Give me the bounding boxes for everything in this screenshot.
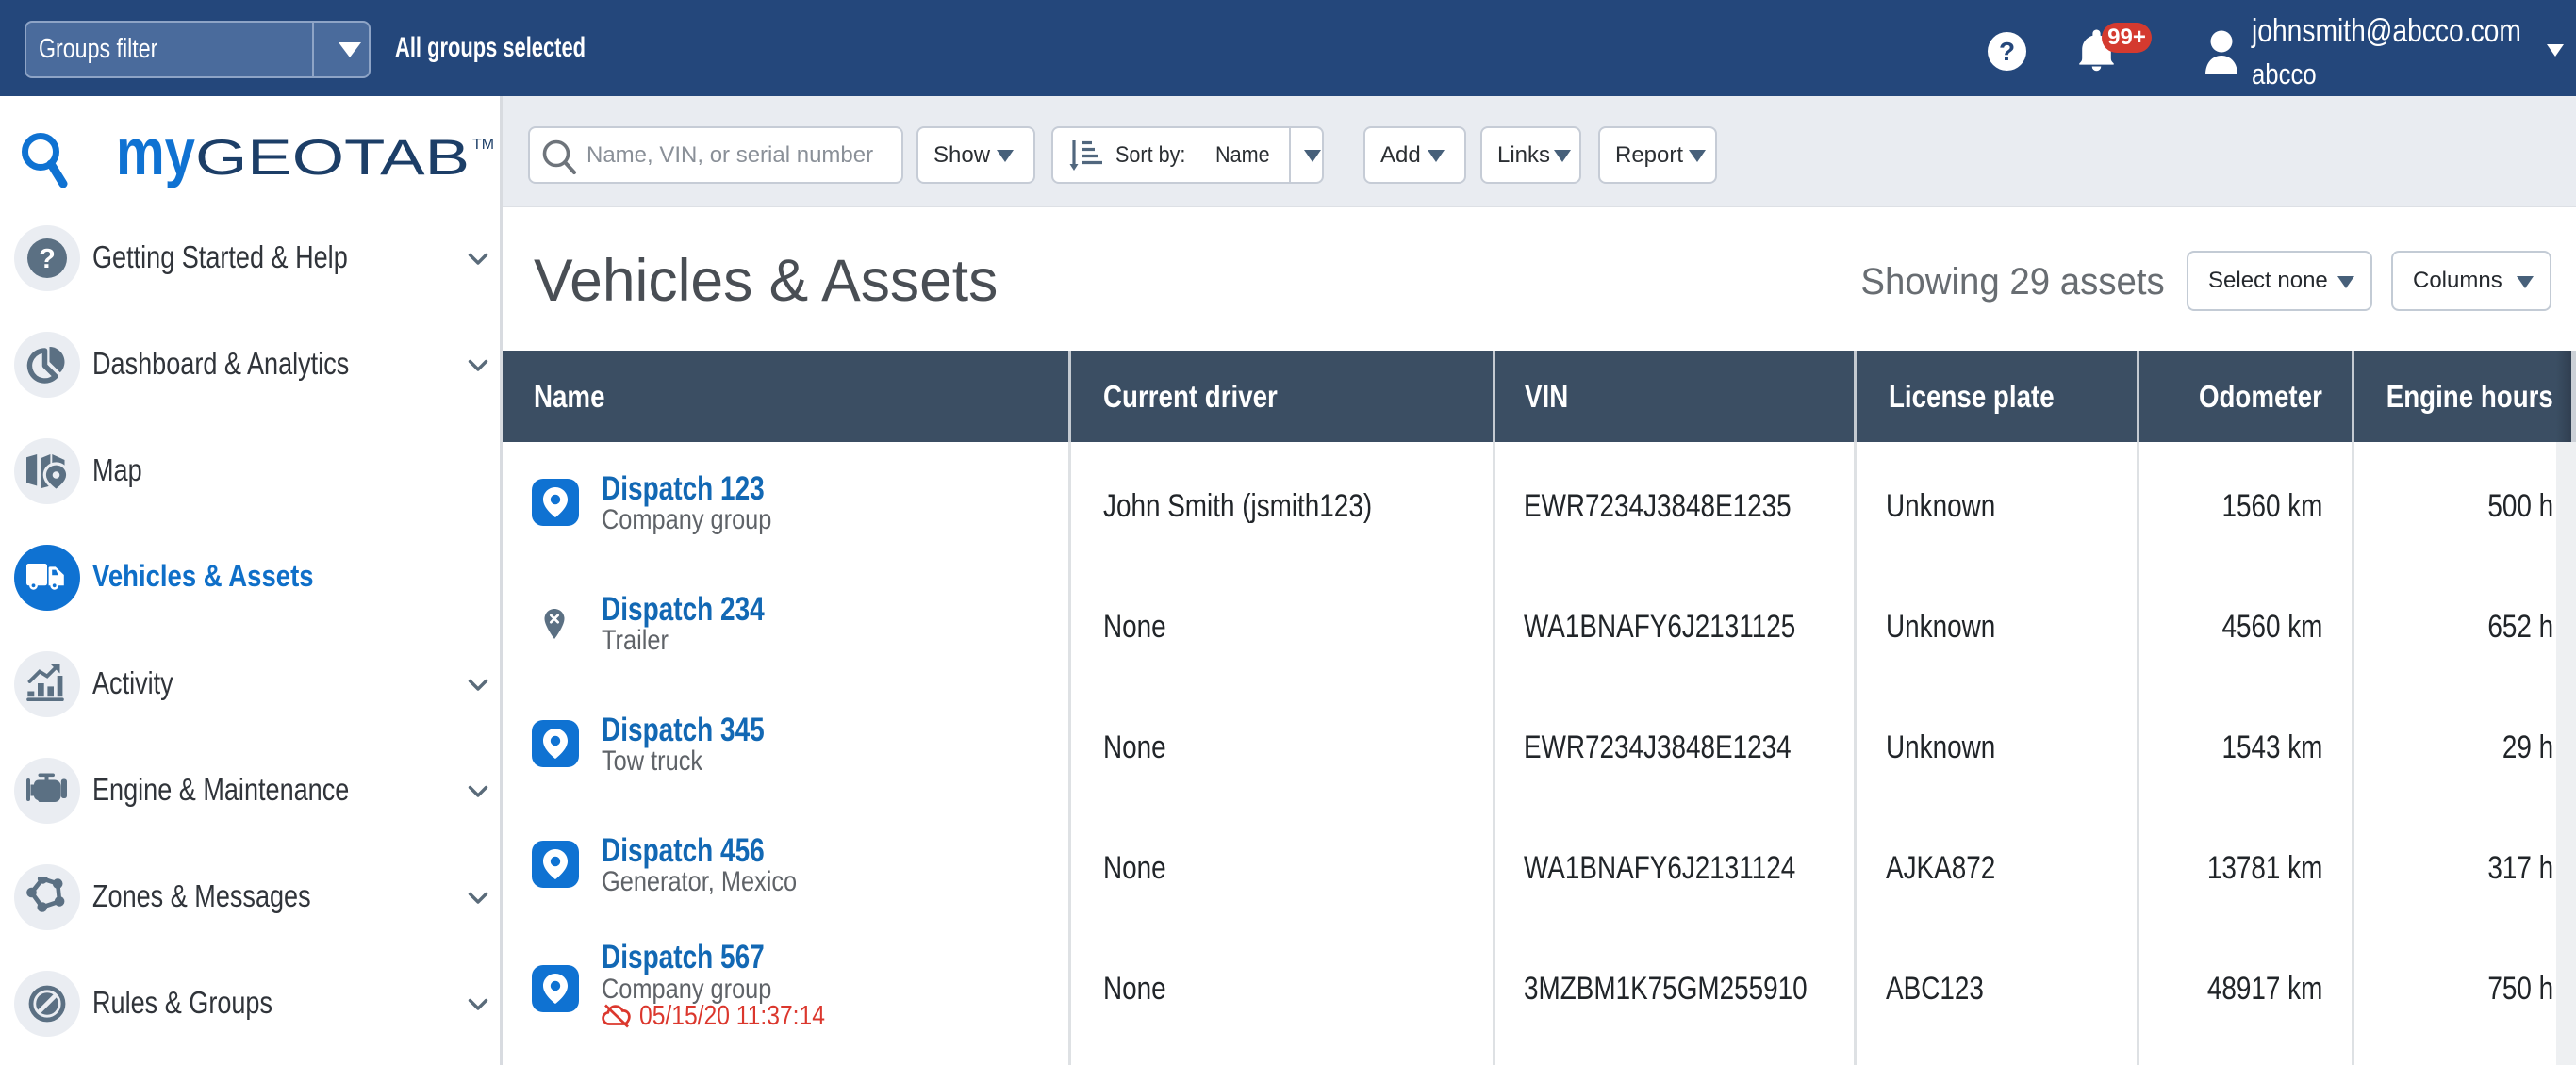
svg-text:GEOTAB: GEOTAB (195, 130, 470, 186)
svg-text:my: my (116, 115, 195, 188)
svg-text:TM: TM (472, 137, 494, 153)
svg-text:?: ? (39, 244, 56, 274)
